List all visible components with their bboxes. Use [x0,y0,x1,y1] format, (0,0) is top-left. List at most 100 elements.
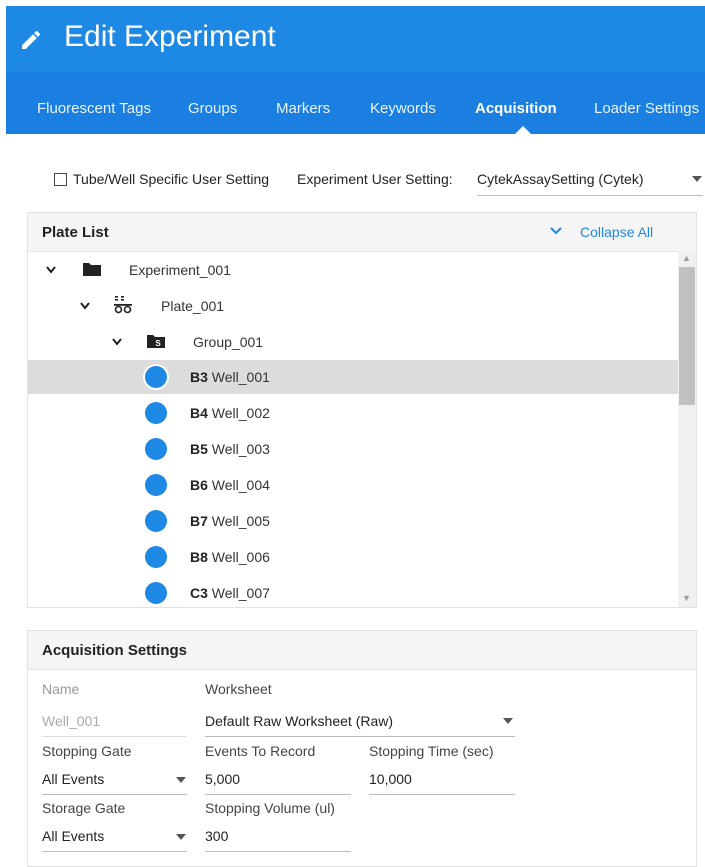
chevron-down-icon[interactable] [46,266,56,274]
tube-well-label: Tube/Well Specific User Setting [73,171,270,187]
name-value: Well_001 [42,713,101,729]
experiment-user-setting-label: Experiment User Setting: [297,171,453,187]
stopping-gate-value: All Events [42,771,105,787]
tube-well-checkbox[interactable] [54,173,67,186]
tree-row-group[interactable]: S Group_001 [28,324,678,358]
well-row[interactable]: B6 Well_004 [28,468,678,502]
storage-gate-select[interactable]: All Events [42,821,187,852]
scroll-down-icon[interactable]: ▼ [682,593,691,603]
worksheet-value: Default Raw Worksheet (Raw) [205,713,394,729]
active-tab-indicator [515,126,531,134]
stopping-volume-label: Stopping Volume (ul) [205,800,335,816]
plate-list-header: Plate List Collapse All [28,213,696,252]
well-label: B7 Well_005 [190,513,270,529]
tab-groups[interactable]: Groups [188,100,237,117]
well-name: Well_005 [211,513,270,529]
folder-icon [83,263,101,276]
scroll-thumb[interactable] [679,267,695,405]
dropdown-arrow-icon [176,777,186,783]
well-row[interactable]: B5 Well_003 [28,432,678,466]
plate-list-scrollbar[interactable]: ▲ ▼ [678,251,696,607]
group-folder-icon: S [147,335,165,348]
experiment-user-setting-select[interactable]: CytekAssaySetting (Cytek) [477,162,703,196]
well-row[interactable]: B4 Well_002 [28,396,678,430]
stopping-time-label: Stopping Time (sec) [369,743,494,759]
tree-row-experiment[interactable]: Experiment_001 [28,252,678,286]
stopping-volume-input[interactable]: 300 [205,821,351,852]
events-to-record-label: Events To Record [205,743,316,759]
well-status-icon [145,402,167,424]
well-position: B6 [190,477,208,493]
plate-label: Plate_001 [161,298,225,314]
well-status-icon [145,546,167,568]
tab-bar: Fluorescent Tags Groups Markers Keywords… [6,72,705,134]
plate-list-title: Plate List [42,224,109,241]
scroll-up-icon[interactable]: ▲ [682,253,691,263]
name-label: Name [42,681,80,697]
well-position: B7 [190,513,208,529]
acquisition-settings-title: Acquisition Settings [42,642,188,659]
well-row[interactable]: B3 Well_001 [28,360,678,394]
well-label: B4 Well_002 [190,405,270,421]
stopping-time-input[interactable]: 10,000 [369,764,515,795]
well-label: C3 Well_007 [190,585,270,601]
well-name: Well_001 [211,369,270,385]
tab-acquisition[interactable]: Acquisition [475,100,557,117]
collapse-all-button[interactable]: Collapse All [580,224,653,240]
stopping-gate-select[interactable]: All Events [42,764,187,795]
well-position: B3 [190,369,208,385]
well-status-icon [145,474,167,496]
dropdown-arrow-icon [692,176,702,182]
well-status-icon [145,438,167,460]
tab-loader-settings[interactable]: Loader Settings [594,100,699,117]
well-position: B4 [190,405,208,421]
well-name: Well_004 [211,477,270,493]
well-status-icon [145,582,167,604]
tab-markers[interactable]: Markers [276,100,330,117]
chevron-down-icon[interactable] [80,302,90,310]
well-row[interactable]: C3 Well_007 [28,576,678,607]
well-position: B5 [190,441,208,457]
worksheet-label: Worksheet [205,681,272,697]
well-position: C3 [190,585,208,601]
storage-gate-value: All Events [42,828,105,844]
stopping-gate-label: Stopping Gate [42,743,132,759]
page-title: Edit Experiment [64,20,276,53]
well-status-icon [143,364,169,390]
tab-fluorescent-tags[interactable]: Fluorescent Tags [37,100,151,117]
svg-text:S: S [155,339,161,348]
experiment-label: Experiment_001 [129,262,231,278]
events-to-record-input[interactable]: 5,000 [205,764,351,795]
well-label: B3 Well_001 [190,369,270,385]
name-field: Well_001 [42,706,187,737]
plate-icon [114,296,132,314]
well-label: B8 Well_006 [190,549,270,565]
well-label: B6 Well_004 [190,477,270,493]
well-name: Well_003 [211,441,270,457]
tab-keywords[interactable]: Keywords [370,100,436,117]
well-name: Well_007 [211,585,270,601]
tree-row-plate[interactable]: Plate_001 [28,288,678,322]
dropdown-arrow-icon [176,834,186,840]
stopping-time-value: 10,000 [369,771,412,787]
group-label: Group_001 [193,334,264,350]
worksheet-select[interactable]: Default Raw Worksheet (Raw) [205,706,515,737]
acquisition-settings-header: Acquisition Settings [28,631,696,670]
well-label: B5 Well_003 [190,441,270,457]
dropdown-arrow-icon [503,718,513,724]
acquisition-settings-panel: Acquisition Settings Name Worksheet Well… [27,630,697,867]
well-name: Well_006 [211,549,270,565]
well-row[interactable]: B8 Well_006 [28,540,678,574]
well-row[interactable]: B7 Well_005 [28,504,678,538]
plate-list-panel: Plate List Collapse All Experiment_001 P… [27,212,697,608]
events-to-record-value: 5,000 [205,771,241,787]
stopping-volume-value: 300 [205,828,229,844]
chevron-down-icon[interactable] [112,338,122,346]
chevron-down-icon[interactable] [550,226,562,236]
storage-gate-label: Storage Gate [42,800,126,816]
title-bar: Edit Experiment [6,6,705,70]
app-header: Edit Experiment Fluorescent Tags Groups … [6,6,705,134]
well-status-icon [145,510,167,532]
pencil-icon [22,30,41,49]
experiment-user-setting-value: CytekAssaySetting (Cytek) [477,171,644,187]
